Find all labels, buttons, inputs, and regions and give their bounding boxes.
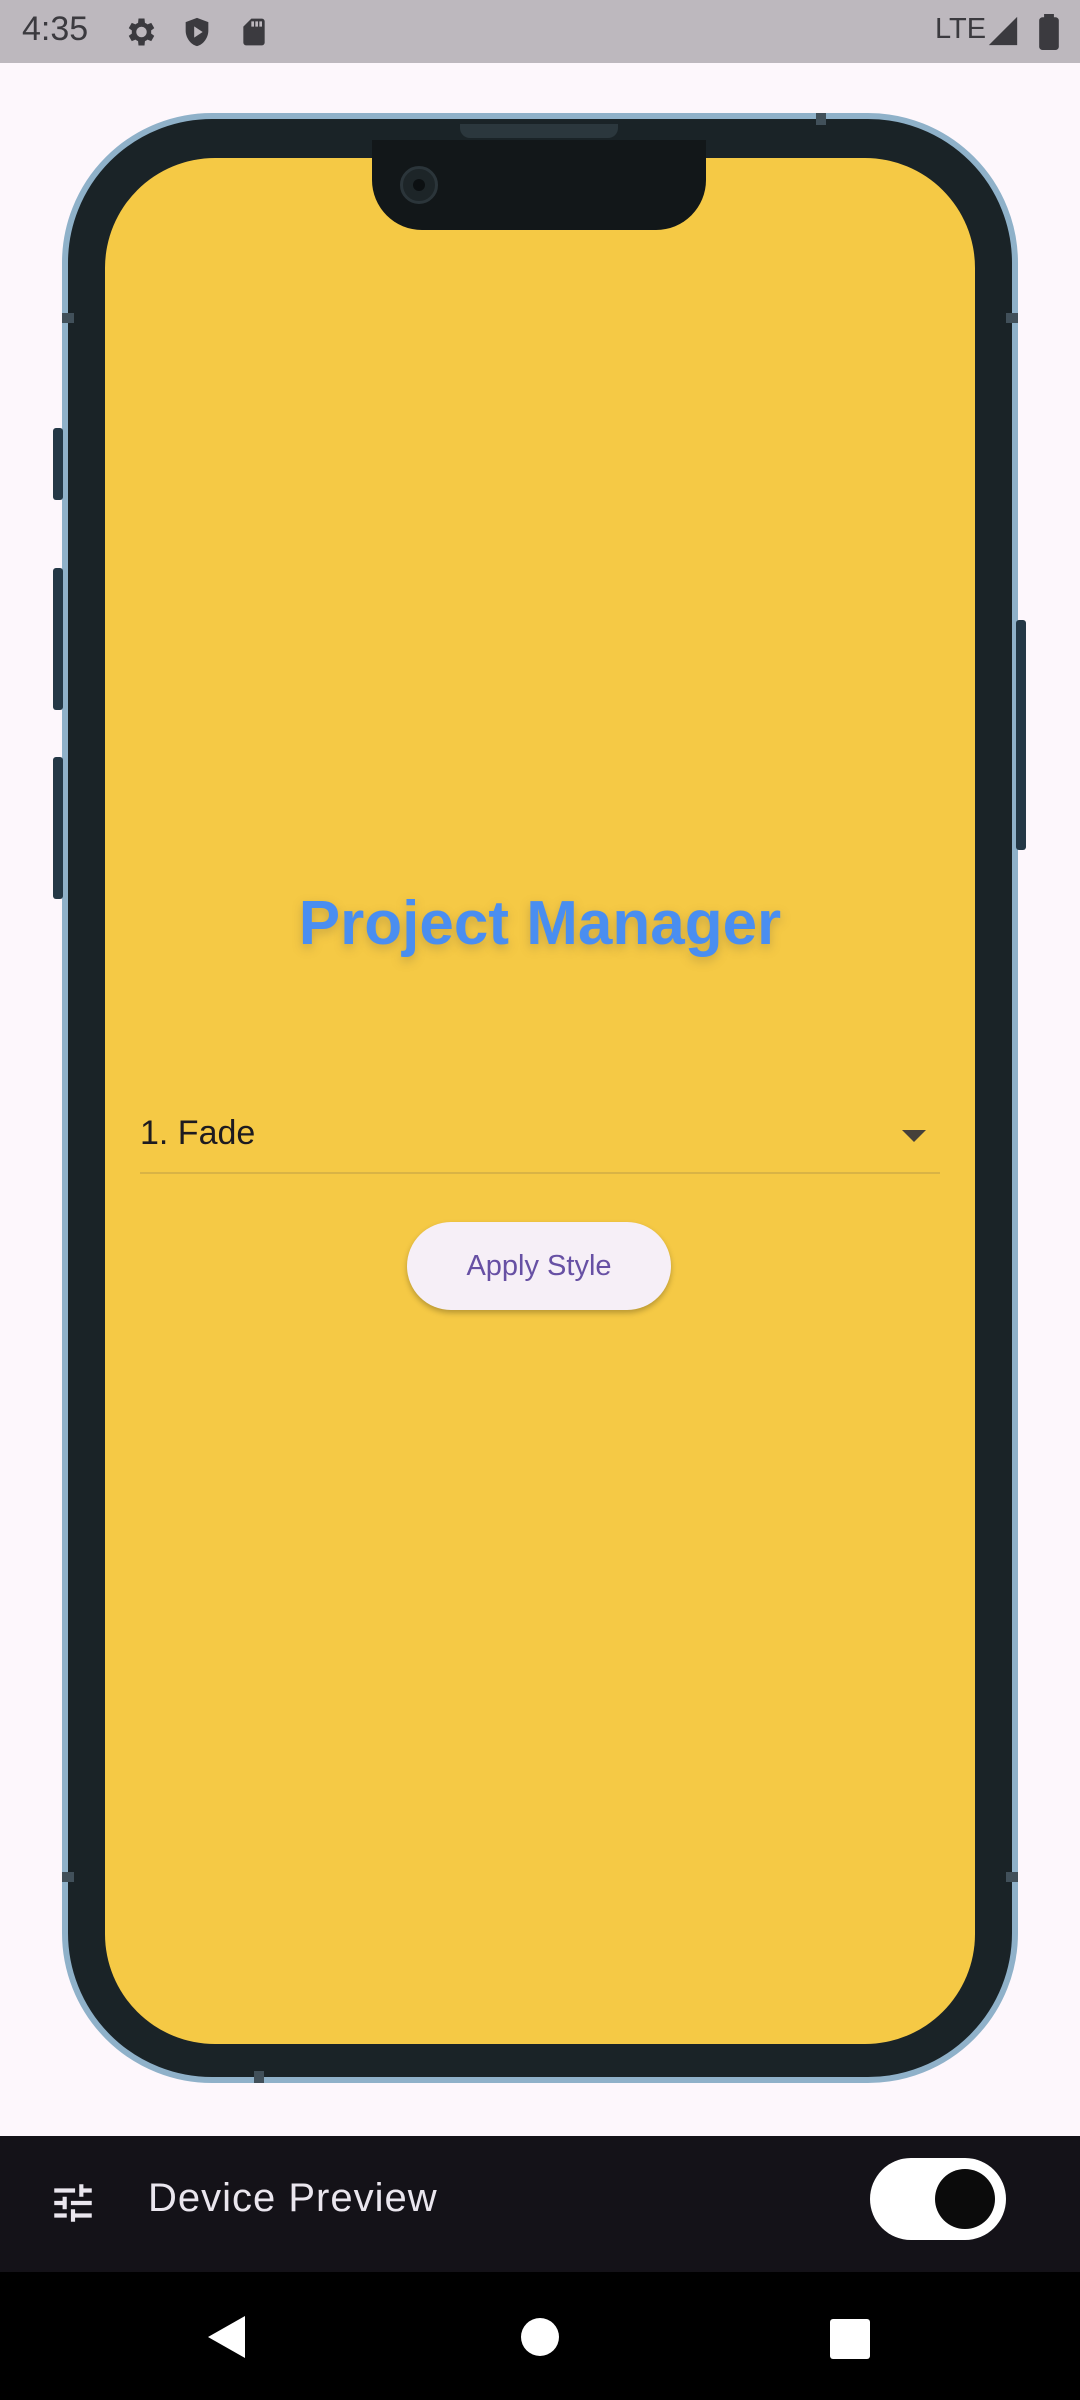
antenna-band — [1006, 1872, 1018, 1882]
toggle-thumb — [935, 2169, 995, 2229]
antenna-band — [1006, 313, 1018, 323]
device-preview-toggle[interactable] — [870, 2158, 1006, 2240]
recents-icon[interactable] — [830, 2319, 870, 2364]
style-dropdown[interactable]: 1. Fade — [140, 1100, 940, 1174]
power-button — [1016, 620, 1026, 850]
antenna-band — [254, 2071, 264, 2083]
status-time: 4:35 — [22, 10, 89, 48]
speaker-grille — [460, 124, 618, 138]
tune-settings-icon[interactable] — [48, 2178, 98, 2233]
back-icon[interactable] — [205, 2314, 247, 2365]
network-type: LTE — [935, 13, 987, 45]
status-bar: 4:35 LTE — [0, 0, 1080, 63]
device-preview-label: Device Preview — [148, 2176, 438, 2220]
apply-style-button[interactable]: Apply Style — [407, 1222, 671, 1310]
mute-switch — [53, 428, 63, 500]
volume-down-button — [53, 757, 63, 899]
settings-gear-icon — [122, 14, 158, 55]
signal-icon — [986, 14, 1020, 53]
front-camera — [400, 166, 438, 204]
antenna-band — [62, 313, 74, 323]
antenna-band — [816, 113, 826, 125]
sd-card-icon — [238, 14, 270, 55]
device-preview-toolbar: Device Preview — [0, 2136, 1080, 2272]
dropdown-selected-value: 1. Fade — [140, 1114, 256, 1152]
dropdown-arrow-icon — [902, 1130, 926, 1142]
antenna-band — [62, 1872, 74, 1882]
app-title: Project Manager — [298, 889, 782, 958]
system-nav-bar — [0, 2272, 1080, 2400]
volume-up-button — [53, 568, 63, 710]
home-icon[interactable] — [521, 2318, 559, 2361]
shield-play-icon — [180, 14, 214, 55]
battery-icon — [1038, 14, 1060, 55]
